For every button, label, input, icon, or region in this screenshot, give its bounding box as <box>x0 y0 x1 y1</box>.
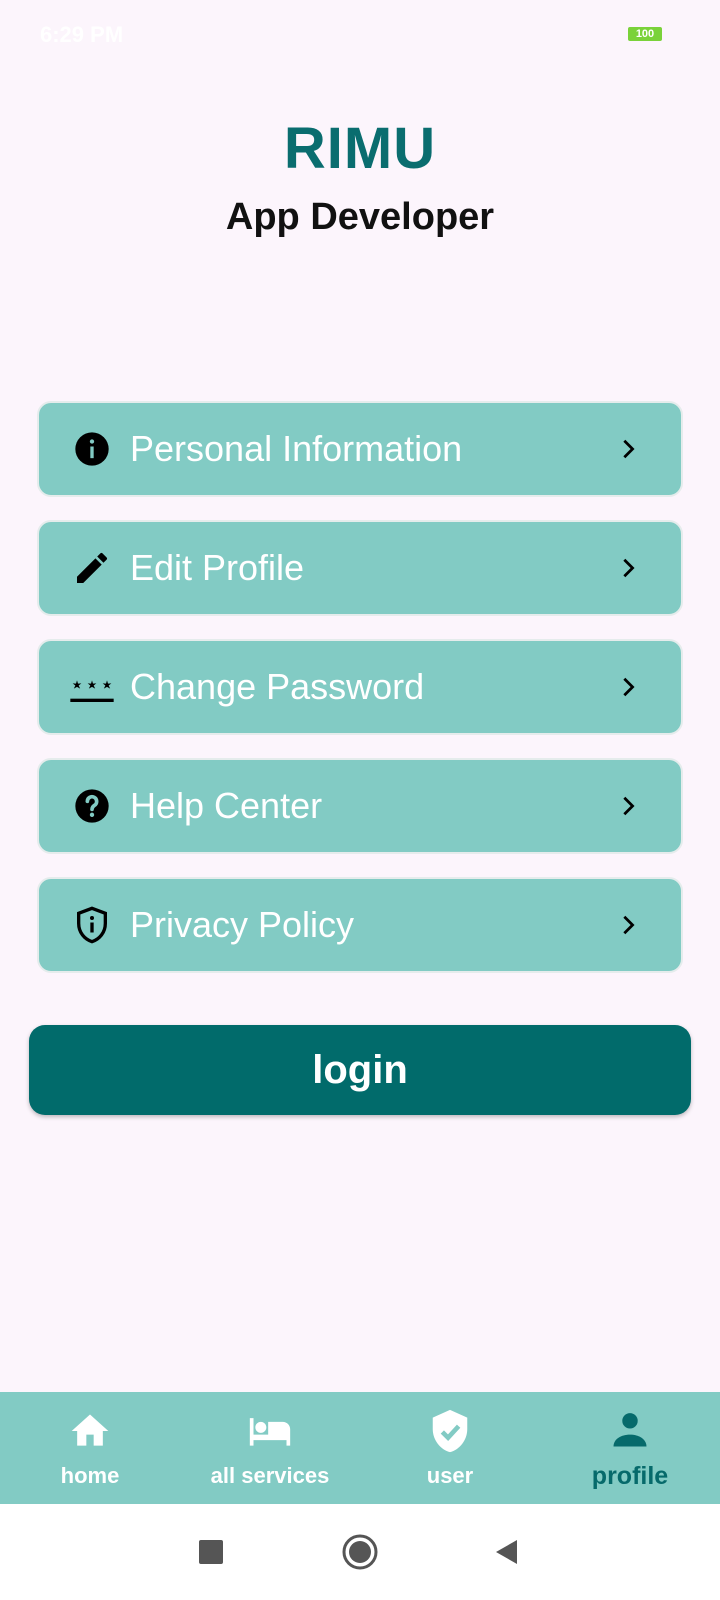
menu-item-help-center[interactable]: Help Center <box>37 758 683 854</box>
system-navigation-bar <box>0 1504 720 1600</box>
person-icon <box>606 1406 654 1454</box>
bed-icon <box>246 1407 294 1455</box>
status-time: 6:29 PM <box>40 22 124 47</box>
chevron-right-icon <box>613 553 643 583</box>
nav-label: user <box>426 1463 474 1488</box>
chevron-right-icon <box>613 434 643 464</box>
menu-item-edit-profile[interactable]: Edit Profile <box>37 520 683 616</box>
recents-button[interactable] <box>198 1539 224 1565</box>
help-icon <box>70 784 114 828</box>
menu-item-personal-information[interactable]: Personal Information <box>37 401 683 497</box>
login-button[interactable]: login <box>29 1025 691 1115</box>
menu-item-label: Change Password <box>130 666 425 707</box>
nav-item-home[interactable]: home <box>0 1392 180 1504</box>
nav-label: profile <box>591 1461 669 1490</box>
menu-item-privacy-policy[interactable]: Privacy Policy <box>37 877 683 973</box>
status-bar: 6:29 PM 100 <box>0 0 720 72</box>
back-button[interactable] <box>493 1538 521 1566</box>
menu-item-label: Help Center <box>130 785 323 826</box>
nav-item-user[interactable]: user <box>360 1392 540 1504</box>
shield-info-icon <box>70 903 114 947</box>
nav-label: home <box>60 1463 120 1488</box>
pencil-icon <box>70 546 114 590</box>
battery-icon: 100 <box>628 27 662 41</box>
nav-item-profile[interactable]: profile <box>540 1392 720 1504</box>
nav-item-all-services[interactable]: all services <box>180 1392 360 1504</box>
verified-shield-icon <box>426 1407 474 1455</box>
profile-name: RIMU <box>283 116 437 181</box>
info-icon <box>70 427 114 471</box>
nav-label: all services <box>210 1463 330 1488</box>
profile-menu: Personal Information Edit Profile Change <box>37 401 683 996</box>
chevron-right-icon <box>613 791 643 821</box>
home-icon <box>66 1407 114 1455</box>
menu-item-label: Edit Profile <box>130 547 305 588</box>
menu-item-label: Personal Information <box>130 428 463 469</box>
home-button[interactable] <box>341 1533 379 1571</box>
menu-item-label: Privacy Policy <box>130 904 355 945</box>
password-icon <box>70 665 114 709</box>
menu-item-change-password[interactable]: Change Password <box>37 639 683 735</box>
chevron-right-icon <box>613 910 643 940</box>
profile-header: RIMU App Developer <box>0 115 720 239</box>
bottom-navigation: home all services user profile <box>0 1392 720 1504</box>
profile-role: App Developer <box>225 196 495 238</box>
chevron-right-icon <box>613 672 643 702</box>
